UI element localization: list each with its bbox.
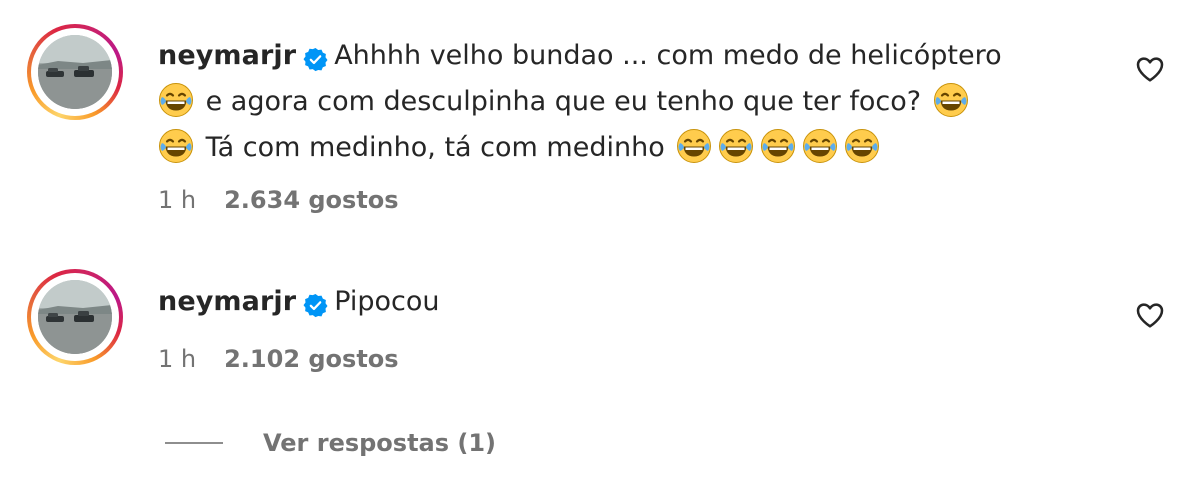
view-replies-label: Ver respostas (1): [263, 429, 497, 457]
comment-line-3: Tá com medinho, tá com medinho: [158, 125, 1098, 171]
comment-meta: 1 h 2.102 gostos: [158, 345, 399, 373]
laughing-emoji-icon: [158, 128, 194, 164]
comment-text-line: Tá com medinho, tá com medinho: [205, 132, 665, 163]
username[interactable]: neymarjr: [158, 40, 296, 71]
avatar-photo: [38, 280, 112, 354]
laughing-emoji-icon: [802, 128, 838, 164]
comment-text: neymarjr Ahhhh velho bundao ... com medo …: [158, 33, 1098, 171]
laughing-emoji-icon: [933, 82, 969, 118]
verified-badge-icon: [303, 41, 328, 66]
laughing-emoji-icon: [844, 128, 880, 164]
view-replies-button[interactable]: Ver respostas (1): [165, 425, 496, 461]
laughing-emoji-icon: [676, 128, 712, 164]
avatar-photo: [38, 35, 112, 109]
comment-line-2: e agora com desculpinha que eu tenho que…: [158, 79, 1098, 125]
laughing-emoji-icon: [760, 128, 796, 164]
avatar[interactable]: [27, 24, 123, 120]
comment-line-1: neymarjr Ahhhh velho bundao ... com medo …: [158, 33, 1098, 79]
like-heart-icon[interactable]: [1134, 299, 1166, 331]
likes-count[interactable]: 2.102 gostos: [224, 345, 398, 373]
like-heart-icon[interactable]: [1134, 53, 1166, 85]
comment-text: neymarjr Pipocou: [158, 279, 1098, 325]
laughing-emoji-icon: [158, 82, 194, 118]
replies-divider: [165, 442, 223, 444]
comment-time: 1 h: [158, 186, 197, 214]
username[interactable]: neymarjr: [158, 286, 296, 317]
likes-count[interactable]: 2.634 gostos: [224, 186, 398, 214]
comment-line-1: neymarjr Pipocou: [158, 279, 1098, 325]
verified-badge-icon: [303, 287, 328, 312]
avatar[interactable]: [27, 269, 123, 365]
comment-text-line: e agora com desculpinha que eu tenho que…: [205, 86, 922, 117]
comment-text-line: Pipocou: [334, 286, 440, 317]
laughing-emoji-icon: [718, 128, 754, 164]
comment-text-line: Ahhhh velho bundao ... com medo de helic…: [334, 40, 1002, 71]
comment-meta: 1 h 2.634 gostos: [158, 186, 399, 214]
comment-time: 1 h: [158, 345, 197, 373]
